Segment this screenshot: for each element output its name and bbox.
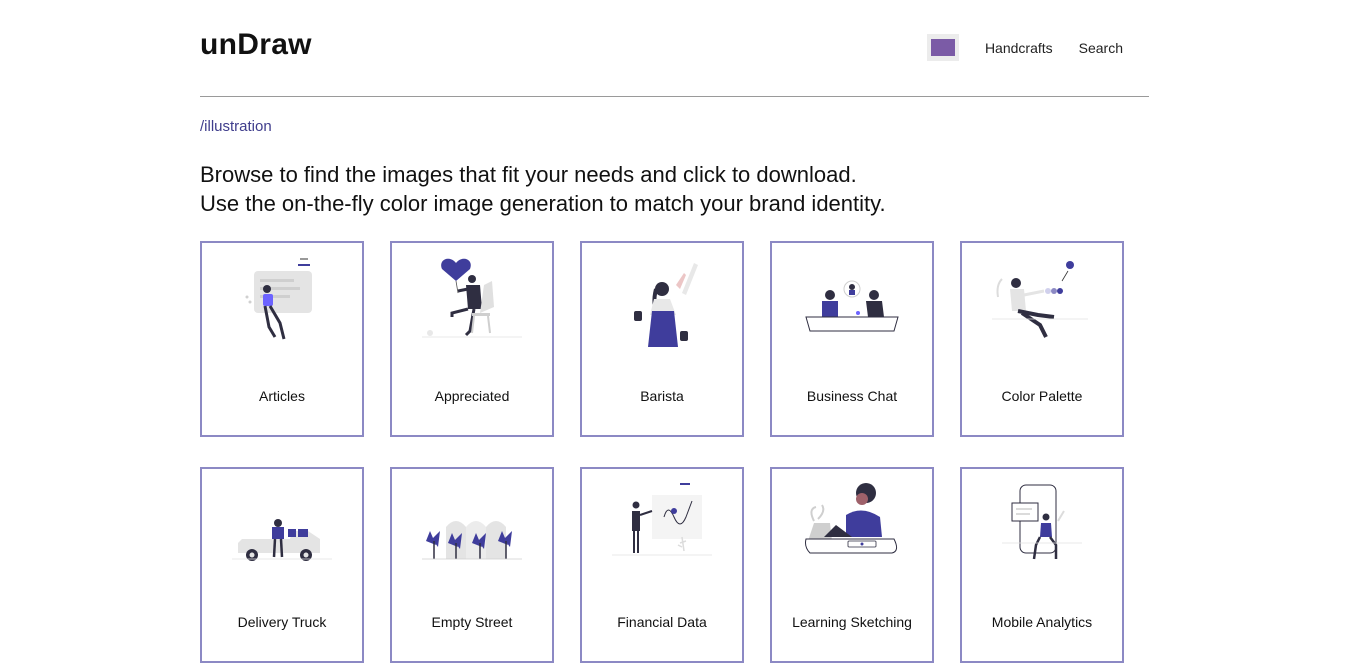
intro-text: Browse to find the images that fit your … bbox=[200, 160, 886, 218]
nav-link-search[interactable]: Search bbox=[1079, 40, 1123, 56]
card-label: Articles bbox=[259, 388, 305, 404]
appreciated-illustration-icon bbox=[422, 258, 522, 338]
breadcrumb[interactable]: /illustration bbox=[200, 118, 272, 135]
illustration-card[interactable]: Appreciated bbox=[390, 241, 554, 437]
card-label: Appreciated bbox=[434, 388, 510, 404]
mobile-analytics-illustration-icon bbox=[1002, 484, 1082, 560]
color-palette-illustration-icon bbox=[992, 261, 1088, 338]
card-label: Business Chat bbox=[806, 388, 898, 404]
color-swatch bbox=[930, 39, 955, 56]
illustration-card[interactable]: Articles bbox=[200, 241, 364, 437]
illustration-card[interactable]: Financial Data bbox=[580, 467, 744, 663]
business-chat-illustration-icon bbox=[805, 280, 899, 332]
site-header: unDraw Handcrafts Search bbox=[200, 0, 1149, 97]
illustration-card[interactable]: Color Palette bbox=[960, 241, 1124, 437]
barista-illustration-icon bbox=[634, 263, 698, 347]
page: unDraw Handcrafts Search /illustration B… bbox=[0, 0, 1349, 663]
illustration-card[interactable]: Empty Street bbox=[390, 467, 554, 663]
main-nav: Handcrafts Search bbox=[926, 34, 1123, 61]
card-label: Barista bbox=[640, 388, 684, 404]
card-label: Empty Street bbox=[431, 614, 513, 630]
financial-data-illustration-icon bbox=[612, 483, 712, 556]
color-picker-button[interactable] bbox=[926, 34, 959, 61]
card-label: Learning Sketching bbox=[792, 614, 912, 630]
card-label: Financial Data bbox=[617, 614, 707, 630]
delivery-truck-illustration-icon bbox=[232, 519, 332, 561]
illustration-card[interactable]: Barista bbox=[580, 241, 744, 437]
articles-illustration-icon bbox=[245, 258, 312, 340]
intro-line-2: Use the on-the-fly color image generatio… bbox=[200, 191, 886, 216]
illustration-grid: Articles Appreciated Barista Business Ch… bbox=[200, 241, 1130, 663]
card-label: Delivery Truck bbox=[237, 614, 327, 630]
illustration-card[interactable]: Business Chat bbox=[770, 241, 934, 437]
empty-street-illustration-icon bbox=[422, 521, 522, 560]
site-logo[interactable]: unDraw bbox=[200, 28, 312, 62]
intro-line-1: Browse to find the images that fit your … bbox=[200, 162, 857, 187]
card-label: Mobile Analytics bbox=[991, 614, 1093, 630]
illustration-card[interactable]: Delivery Truck bbox=[200, 467, 364, 663]
learning-sketching-illustration-icon bbox=[805, 483, 898, 554]
illustration-card[interactable]: Learning Sketching bbox=[770, 467, 934, 663]
illustration-card[interactable]: Mobile Analytics bbox=[960, 467, 1124, 663]
nav-link-handcrafts[interactable]: Handcrafts bbox=[985, 40, 1053, 56]
card-label: Color Palette bbox=[1001, 388, 1083, 404]
